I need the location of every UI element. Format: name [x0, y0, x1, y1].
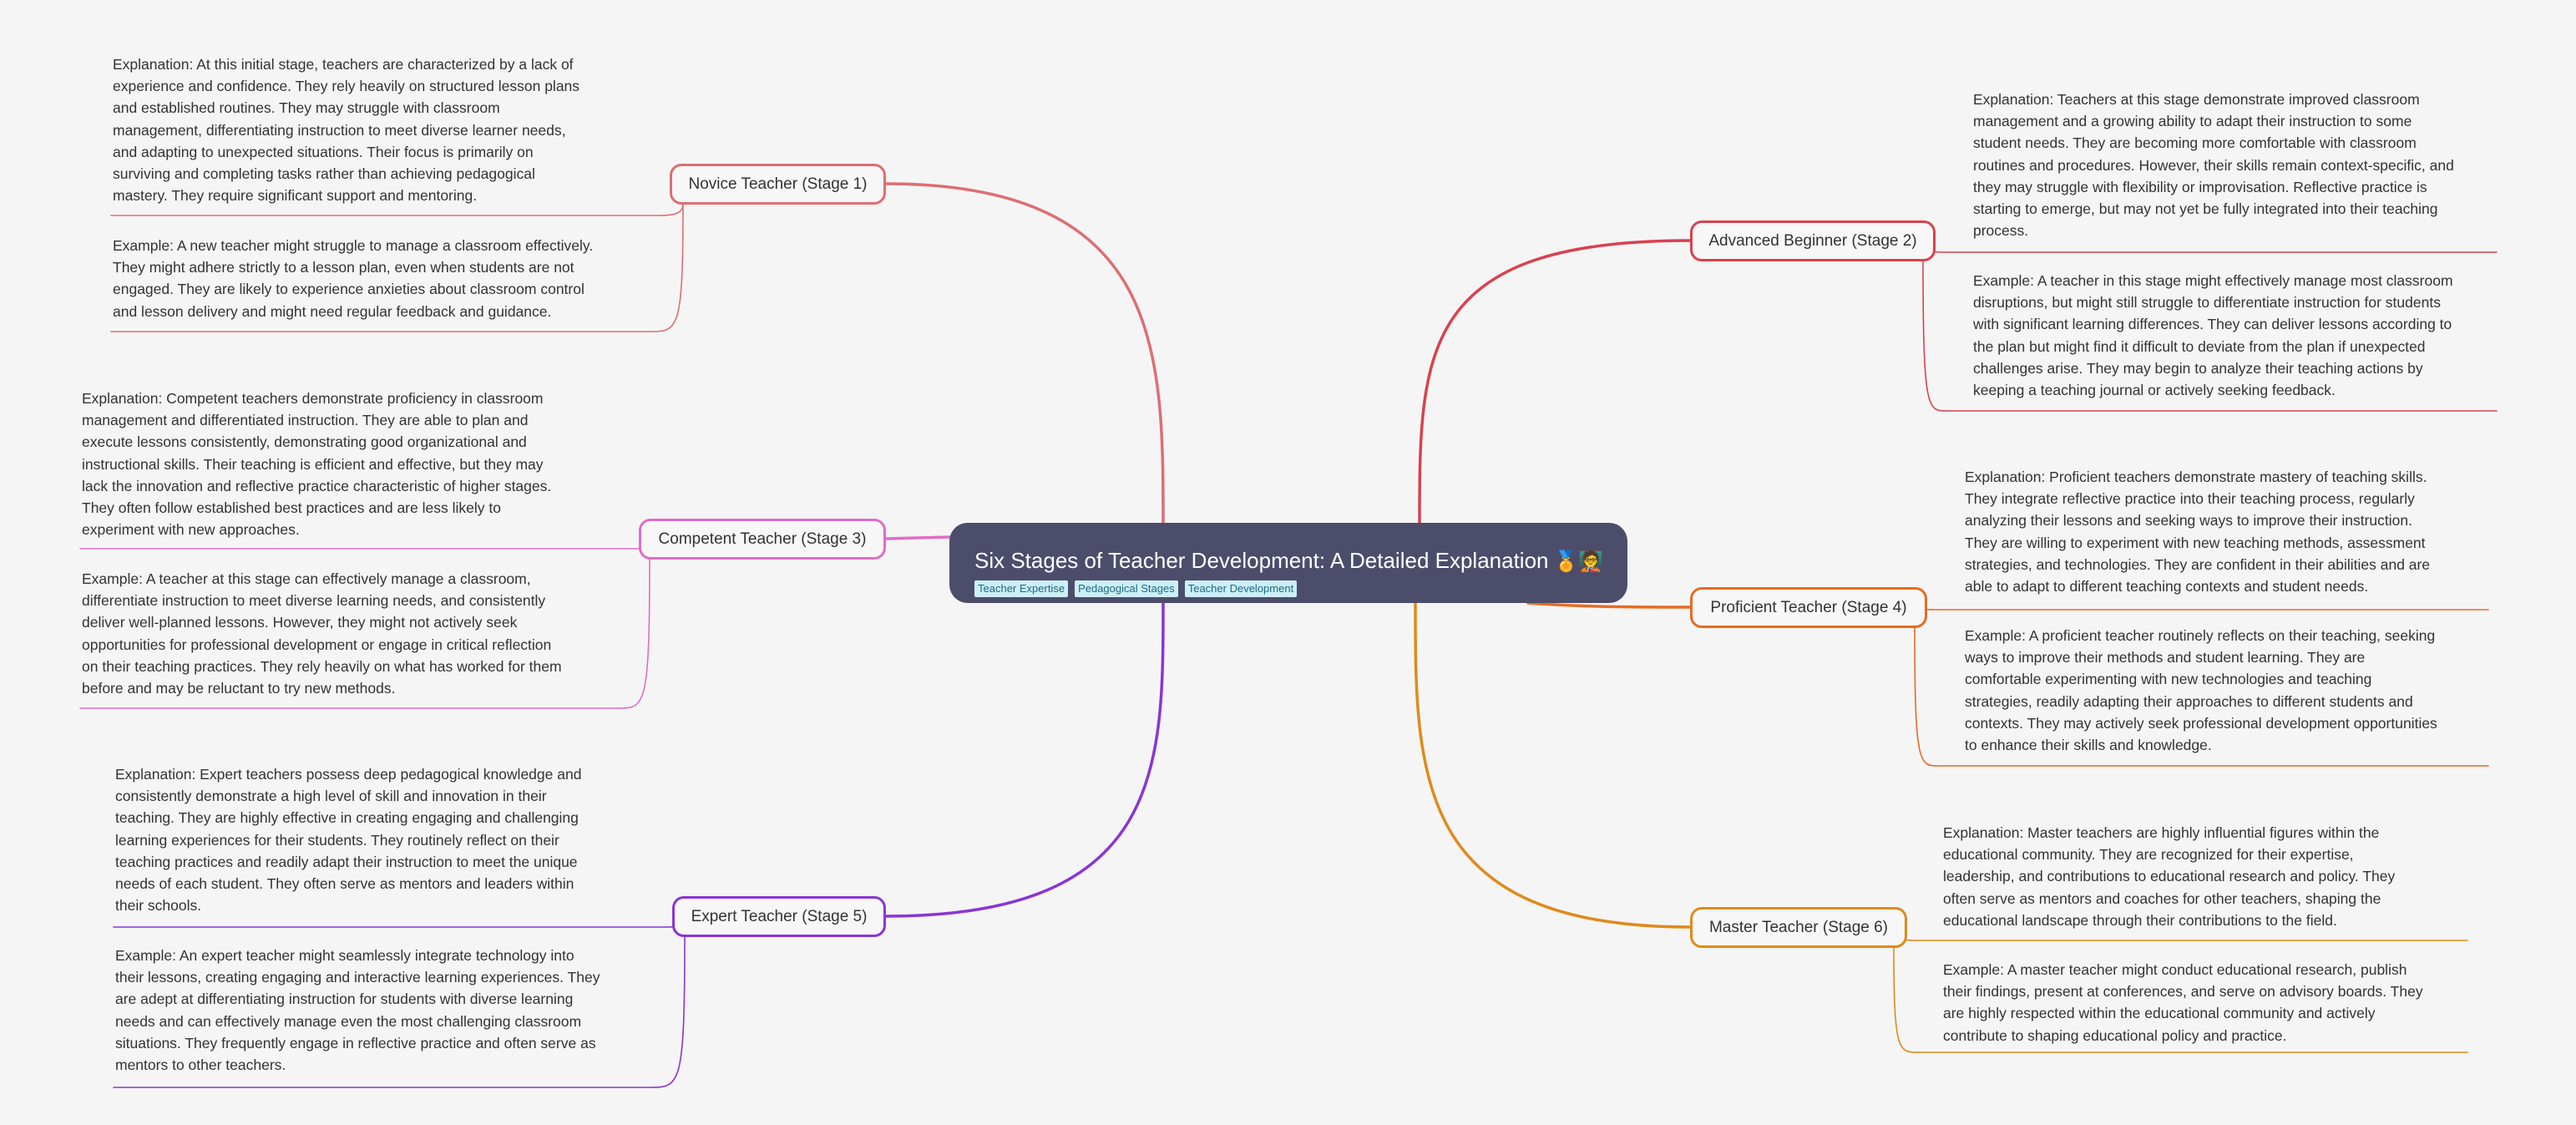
connector-competent [884, 535, 951, 540]
competent-example[interactable]: Example: A teacher at this stage can eff… [82, 568, 562, 699]
novice-example-link [650, 203, 684, 332]
branch-proficient-teacher[interactable]: Proficient Teacher (Stage 4) [1690, 587, 1927, 628]
advanced-example[interactable]: Example: A teacher in this stage might e… [1973, 270, 2453, 401]
connector-expert [884, 601, 1165, 918]
competent-explanation[interactable]: Explanation: Competent teachers demonstr… [82, 388, 551, 540]
branch-expert-teacher[interactable]: Expert Teacher (Stage 5) [672, 896, 886, 937]
novice-explanation[interactable]: Explanation: At this initial stage, teac… [113, 53, 579, 206]
competent-example-link [619, 557, 650, 709]
proficient-example-link [1914, 626, 1938, 767]
connector-novice [884, 182, 1165, 528]
master-example-link [1893, 946, 1917, 1053]
expert-example[interactable]: Example: An expert teacher might seamles… [115, 945, 600, 1076]
master-example[interactable]: Example: A master teacher might conduct … [1943, 959, 2423, 1046]
root-title: Six Stages of Teacher Development: A Det… [974, 548, 1549, 573]
tag-teacher-development[interactable]: Teacher Development [1184, 580, 1298, 597]
novice-example[interactable]: Example: A new teacher might struggle to… [113, 235, 593, 322]
proficient-explanation[interactable]: Explanation: Proficient teachers demonst… [1965, 466, 2430, 597]
master-explanation[interactable]: Explanation: Master teachers are highly … [1943, 822, 2395, 931]
branch-advanced-beginner[interactable]: Advanced Beginner (Stage 2) [1690, 220, 1936, 261]
connector-advanced [1418, 239, 1692, 528]
tag-teacher-expertise[interactable]: Teacher Expertise [974, 580, 1069, 597]
branch-novice-teacher[interactable]: Novice Teacher (Stage 1) [670, 164, 886, 205]
expert-example-link [650, 935, 686, 1088]
advanced-example-link [1922, 260, 1946, 412]
branch-master-teacher[interactable]: Master Teacher (Stage 6) [1690, 907, 1907, 948]
advanced-explanation[interactable]: Explanation: Teachers at this stage demo… [1973, 89, 2454, 241]
connector-proficient [1526, 601, 1692, 609]
proficient-example[interactable]: Example: A proficient teacher routinely … [1965, 625, 2437, 756]
root-topic[interactable]: Six Stages of Teacher Development: A Det… [949, 523, 1627, 603]
tag-pedagogical-stages[interactable]: Pedagogical Stages [1075, 580, 1178, 597]
medal-teacher-emoji-icon: 🏅🧑‍🏫 [1553, 550, 1604, 573]
expert-explanation[interactable]: Explanation: Expert teachers possess dee… [115, 763, 581, 916]
branch-competent-teacher[interactable]: Competent Teacher (Stage 3) [639, 519, 886, 560]
connector-master [1414, 601, 1692, 929]
novice-explanation-link [659, 203, 684, 216]
